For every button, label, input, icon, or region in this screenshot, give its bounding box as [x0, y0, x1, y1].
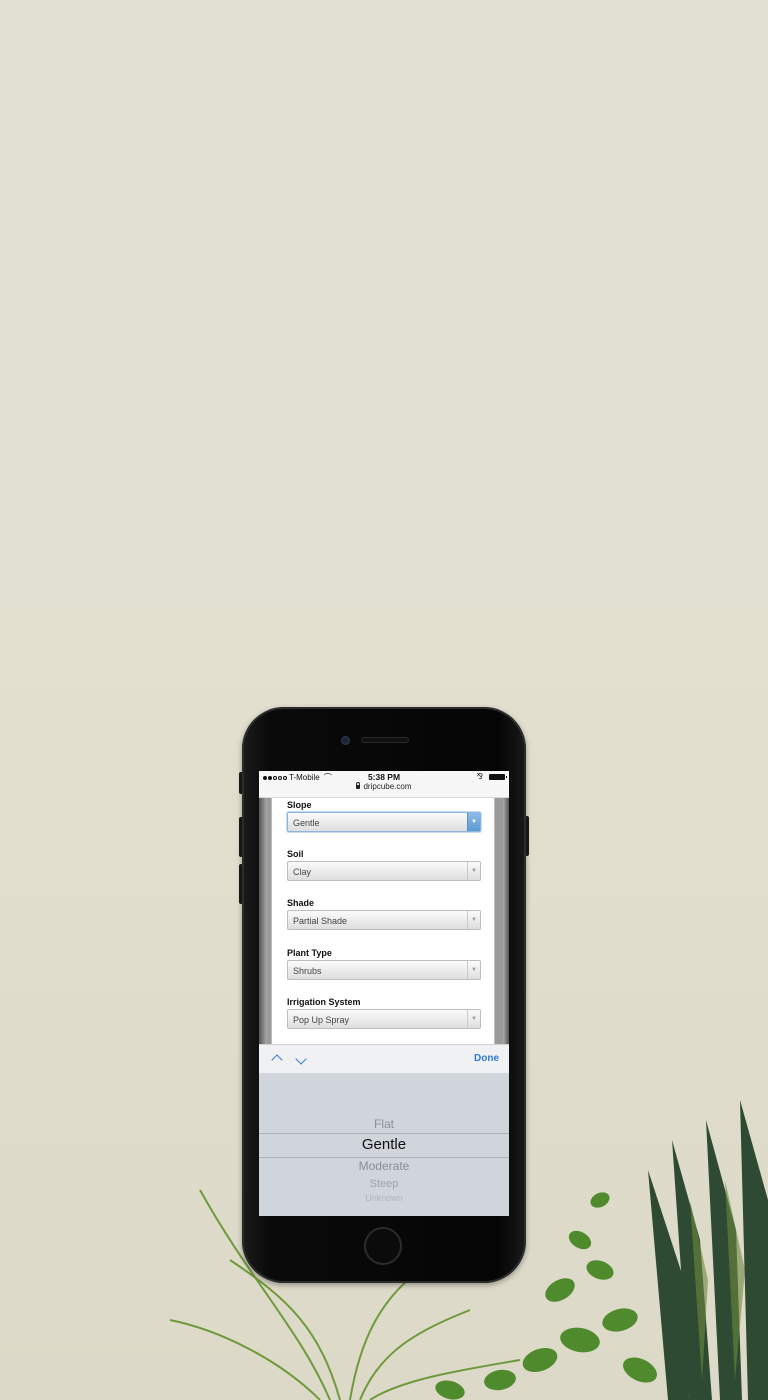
bluetooth-icon: ⅋	[476, 772, 483, 781]
previous-field-button[interactable]	[268, 1050, 286, 1068]
background-wall	[0, 0, 768, 608]
page-edge-right	[503, 798, 509, 1044]
dropdown-arrow-icon: ▼	[467, 911, 480, 929]
status-right: ⅋	[476, 772, 507, 781]
picker-option[interactable]: Unknown	[259, 1193, 509, 1203]
field-shade: Shade Partial Shade ▼	[287, 898, 481, 930]
select-value: Shrubs	[293, 966, 322, 976]
picker-selection-line-bottom	[259, 1157, 509, 1158]
address-bar[interactable]: dripcube.com	[259, 782, 509, 798]
picker-option[interactable]: Flat	[259, 1117, 509, 1131]
shade-select[interactable]: Partial Shade ▼	[287, 910, 481, 930]
earpiece-speaker	[361, 737, 409, 743]
picker-option-selected[interactable]: Gentle	[259, 1136, 509, 1153]
form-container: Slope Gentle ▼ Soil Clay ▼ Shade Partial…	[271, 798, 495, 1044]
chevron-down-icon	[295, 1053, 307, 1065]
field-label: Shade	[287, 898, 315, 908]
slope-select[interactable]: Gentle ▼	[287, 812, 481, 832]
field-label: Plant Type	[287, 948, 332, 958]
picker-option[interactable]: Steep	[259, 1178, 509, 1190]
field-plant-type: Plant Type Shrubs ▼	[287, 948, 481, 980]
select-value: Clay	[293, 867, 312, 877]
field-slope: Slope Gentle ▼	[287, 800, 481, 832]
web-page: Slope Gentle ▼ Soil Clay ▼ Shade Partial…	[259, 798, 509, 1044]
select-value: Gentle	[293, 818, 320, 828]
home-button[interactable]	[364, 1227, 402, 1265]
status-bar: T-Mobile ⌒ 5:38 PM ⅋	[259, 771, 509, 782]
dropdown-arrow-icon: ▼	[467, 1010, 480, 1028]
field-label: Soil	[287, 849, 304, 859]
dropdown-arrow-icon: ▼	[467, 961, 480, 979]
front-camera	[341, 736, 350, 745]
field-label: Irrigation System	[287, 997, 361, 1007]
field-label: Slope	[287, 800, 312, 810]
irrigation-system-select[interactable]: Pop Up Spray ▼	[287, 1009, 481, 1029]
dropdown-arrow-icon: ▼	[467, 813, 480, 831]
done-button[interactable]: Done	[474, 1053, 499, 1064]
picker-toolbar: Done	[259, 1044, 509, 1073]
chevron-up-icon	[271, 1054, 283, 1066]
phone-screen: T-Mobile ⌒ 5:38 PM ⅋ dripcube.com Slope …	[259, 771, 509, 1216]
field-irrigation-system: Irrigation System Pop Up Spray ▼	[287, 997, 481, 1029]
url-text: dripcube.com	[363, 782, 412, 791]
lock-icon	[356, 782, 361, 789]
plant-type-select[interactable]: Shrubs ▼	[287, 960, 481, 980]
dropdown-arrow-icon: ▼	[467, 862, 480, 880]
status-time: 5:38 PM	[367, 772, 401, 782]
page-edge-left	[259, 798, 267, 1044]
picker-option[interactable]: Moderate	[259, 1159, 509, 1173]
select-value: Pop Up Spray	[293, 1015, 350, 1025]
picker-selection-line-top	[259, 1133, 509, 1134]
battery-icon	[489, 773, 507, 780]
field-soil: Soil Clay ▼	[287, 849, 481, 881]
select-value: Partial Shade	[293, 916, 348, 926]
soil-select[interactable]: Clay ▼	[287, 861, 481, 881]
option-picker[interactable]: Flat Gentle Moderate Steep Unknown	[259, 1073, 509, 1216]
next-field-button[interactable]	[292, 1050, 310, 1068]
